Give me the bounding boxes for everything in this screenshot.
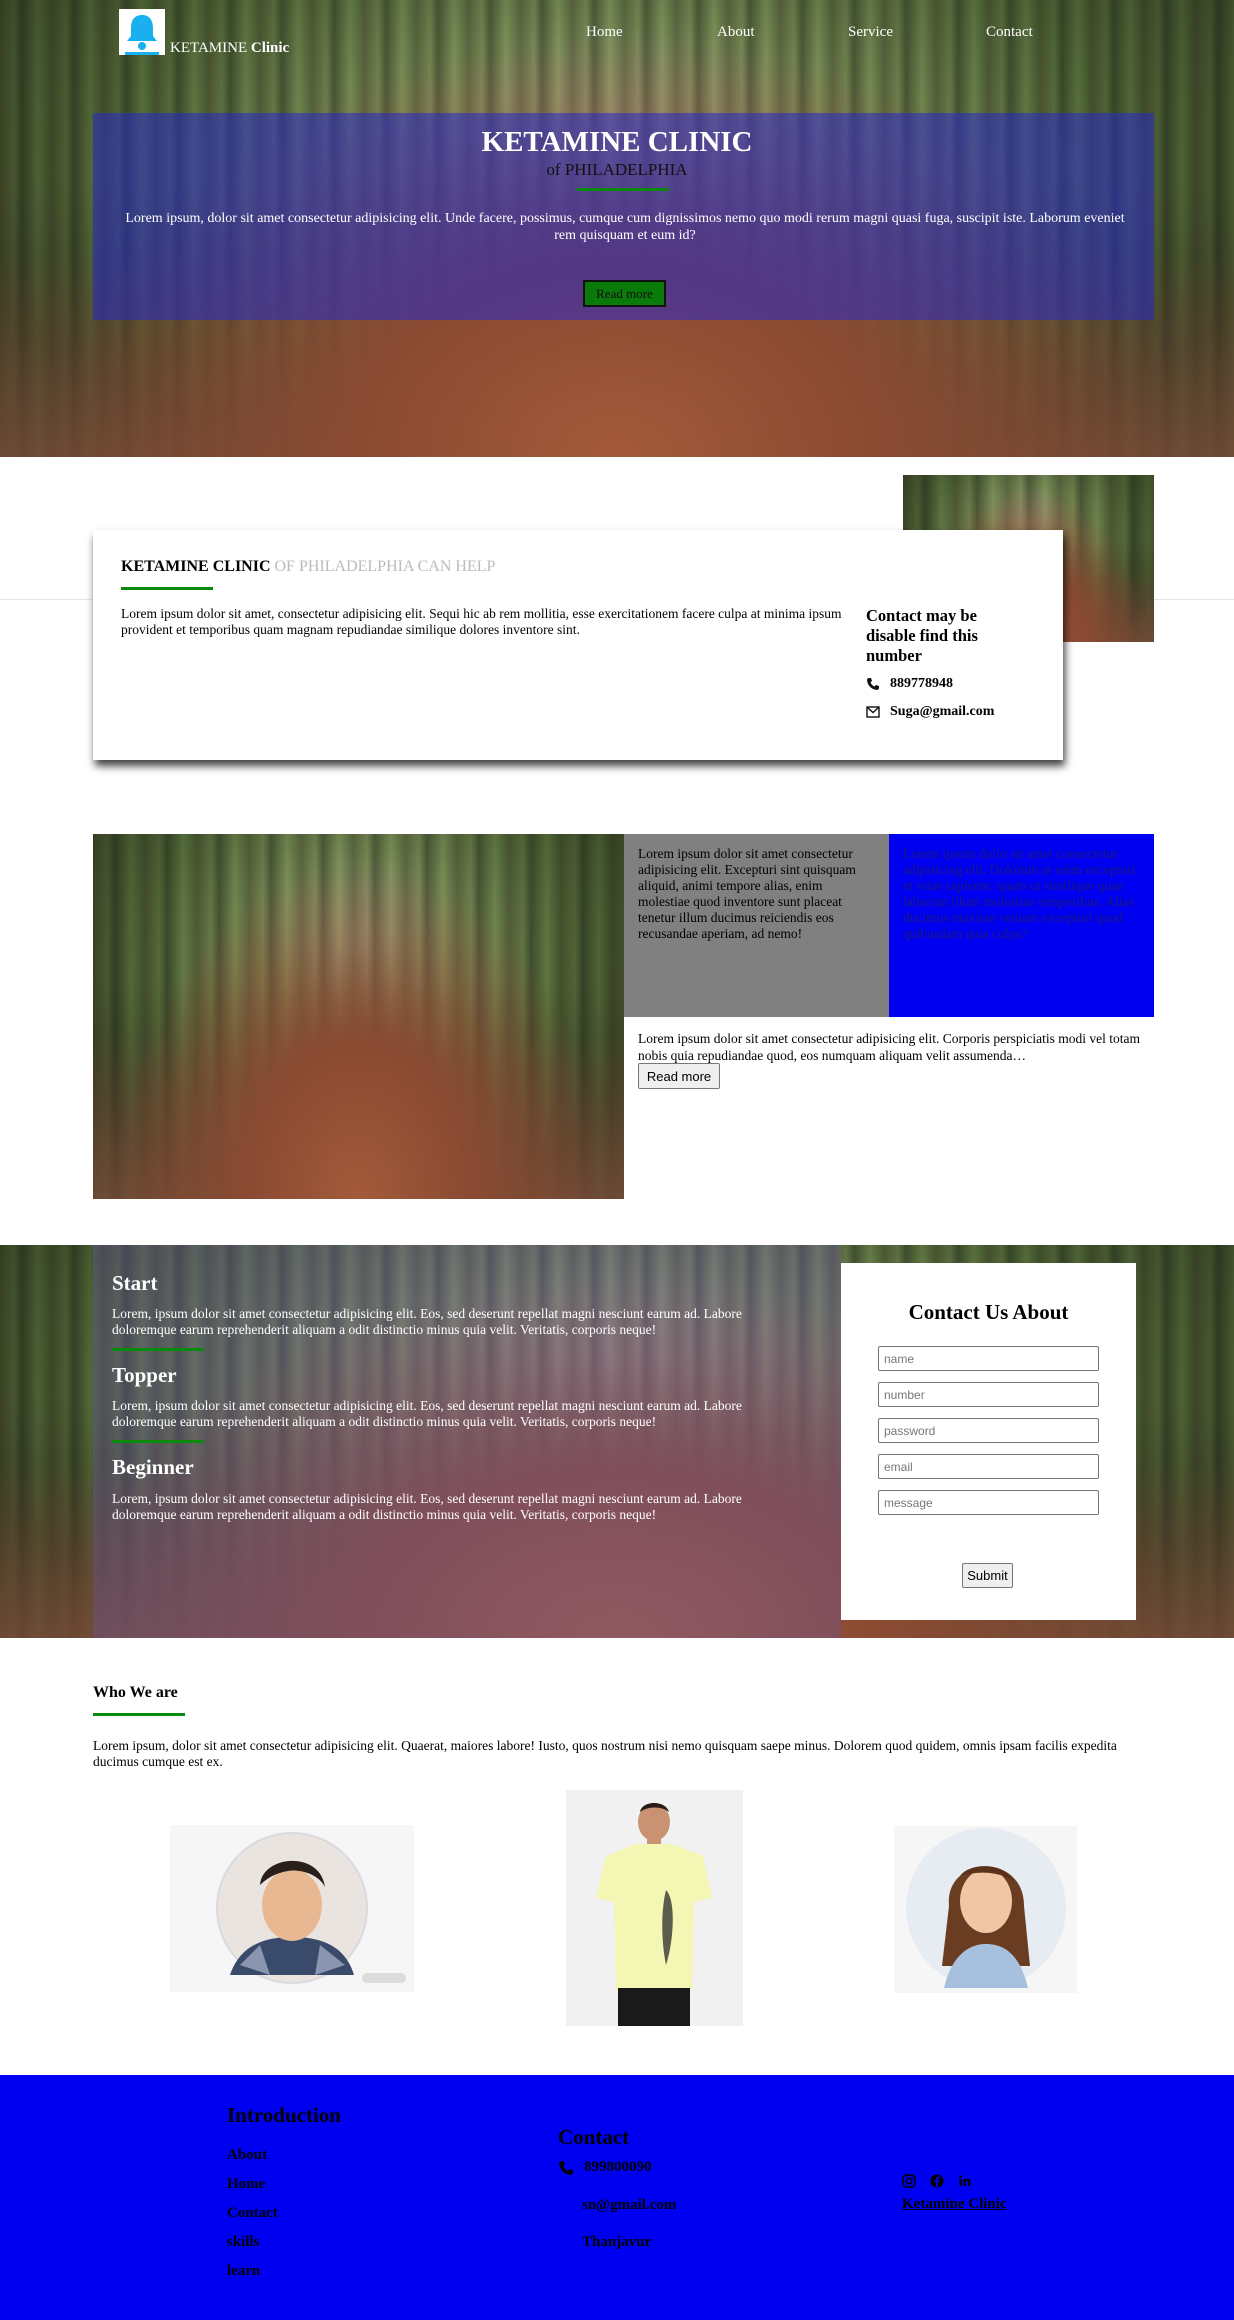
footer-link-skills[interactable]: skills bbox=[227, 2234, 260, 2251]
levels-section: Start Lorem, ipsum dolor sit amet consec… bbox=[0, 1245, 1234, 1638]
social-icons bbox=[902, 2174, 972, 2188]
team-photo-tshirt bbox=[566, 1790, 743, 2026]
footer-phone-value: 899800090 bbox=[584, 2159, 652, 2175]
footer-link-home[interactable]: Home bbox=[227, 2176, 265, 2193]
footer-link-about[interactable]: About bbox=[227, 2147, 267, 2164]
name-input[interactable] bbox=[878, 1346, 1099, 1371]
bell-icon bbox=[125, 15, 159, 55]
instagram-icon[interactable] bbox=[902, 2174, 916, 2188]
team-photo-man bbox=[170, 1825, 414, 1992]
card-divider bbox=[121, 587, 213, 590]
feature-text: Lorem ipsum dolor sit amet consectetur a… bbox=[638, 1031, 1141, 1063]
contact-form: Contact Us About Submit bbox=[841, 1263, 1136, 1620]
who-divider bbox=[93, 1713, 185, 1716]
contact-email-value: Suga@gmail.com bbox=[890, 704, 995, 719]
nav-service[interactable]: Service bbox=[848, 24, 893, 41]
facebook-icon[interactable] bbox=[930, 2174, 944, 2188]
brand-name[interactable]: KETAMINE Clinic bbox=[170, 40, 289, 57]
phone-icon bbox=[559, 2160, 573, 2175]
form-title: Contact Us About bbox=[908, 1300, 1069, 1324]
level-title-beginner: Beginner bbox=[112, 1455, 194, 1479]
footer-link-learn[interactable]: learn bbox=[227, 2263, 260, 2280]
nav-about[interactable]: About bbox=[717, 24, 755, 41]
footer: Introduction About Home Contact skills l… bbox=[0, 2075, 1234, 2320]
phone-icon bbox=[867, 678, 879, 690]
hero-title: KETAMINE CLINIC bbox=[481, 126, 753, 158]
brand-bold: Clinic bbox=[250, 40, 290, 56]
footer-link-contact[interactable]: Contact bbox=[227, 2205, 278, 2222]
team-photo-woman bbox=[894, 1826, 1077, 1993]
logo[interactable] bbox=[119, 9, 165, 55]
submit-button[interactable]: Submit bbox=[962, 1563, 1013, 1588]
feature-image bbox=[93, 834, 624, 1199]
email-input[interactable] bbox=[878, 1454, 1099, 1479]
level-text-beginner: Lorem, ipsum dolor sit amet consectetur … bbox=[112, 1491, 742, 1522]
footer-contact-title: Contact bbox=[558, 2125, 630, 2149]
contact-email: Suga@gmail.com bbox=[866, 704, 994, 720]
feature-blue-box: Lorem ipsum dolor sit amet consectetur a… bbox=[889, 834, 1154, 1017]
hero-divider bbox=[577, 188, 669, 191]
contact-phone: 889778948 bbox=[866, 676, 953, 692]
message-input[interactable] bbox=[878, 1490, 1099, 1515]
nav-home[interactable]: Home bbox=[586, 24, 623, 41]
card-title: KETAMINE CLINIC OF PHILADELPHIA CAN HELP bbox=[121, 558, 495, 576]
level-text-start: Lorem, ipsum dolor sit amet consectetur … bbox=[112, 1306, 742, 1337]
envelope-icon bbox=[866, 706, 880, 718]
levels-overlay bbox=[93, 1245, 841, 1638]
card-text: Lorem ipsum dolor sit amet, consectetur … bbox=[121, 606, 842, 637]
number-input[interactable] bbox=[878, 1382, 1099, 1407]
footer-intro-title: Introduction bbox=[227, 2103, 341, 2127]
card-title-light: OF PHILADELPHIA CAN HELP bbox=[270, 558, 496, 575]
linkedin-icon[interactable] bbox=[958, 2174, 972, 2188]
footer-city: Thanjavur bbox=[582, 2234, 652, 2250]
hero-section: KETAMINE Clinic Home About Service Conta… bbox=[0, 0, 1234, 457]
contact-heading: Contact may be disable find this number bbox=[866, 606, 978, 665]
hero-text: Lorem ipsum, dolor sit amet consectetur … bbox=[125, 211, 1125, 243]
nav-contact[interactable]: Contact bbox=[986, 24, 1033, 41]
feature-read-more-button[interactable]: Read more bbox=[638, 1063, 720, 1089]
level-title-topper: Topper bbox=[112, 1363, 177, 1387]
card-title-bold: KETAMINE CLINIC bbox=[121, 558, 271, 575]
footer-brand-link[interactable]: Ketamine Clinic bbox=[902, 2196, 1007, 2213]
who-text: Lorem ipsum, dolor sit amet consectetur … bbox=[93, 1738, 1117, 1769]
level-title-start: Start bbox=[112, 1271, 158, 1295]
level-divider bbox=[112, 1440, 204, 1443]
level-divider bbox=[112, 1348, 204, 1351]
footer-phone: 899800090 bbox=[558, 2159, 652, 2176]
hero-read-more-button[interactable]: Read more bbox=[583, 280, 666, 307]
info-card: KETAMINE CLINIC OF PHILADELPHIA CAN HELP… bbox=[93, 530, 1063, 760]
hero-subtitle: of PHILADELPHIA bbox=[546, 160, 688, 179]
level-text-topper: Lorem, ipsum dolor sit amet consectetur … bbox=[112, 1398, 742, 1429]
brand-main: KETAMINE bbox=[170, 40, 248, 56]
feature-gray-box: Lorem ipsum dolor sit amet consectetur a… bbox=[624, 834, 889, 1017]
contact-phone-value: 889778948 bbox=[890, 676, 953, 691]
who-title: Who We are bbox=[93, 1684, 178, 1701]
password-input[interactable] bbox=[878, 1418, 1099, 1443]
footer-email: sn@gmail.com bbox=[582, 2197, 677, 2213]
